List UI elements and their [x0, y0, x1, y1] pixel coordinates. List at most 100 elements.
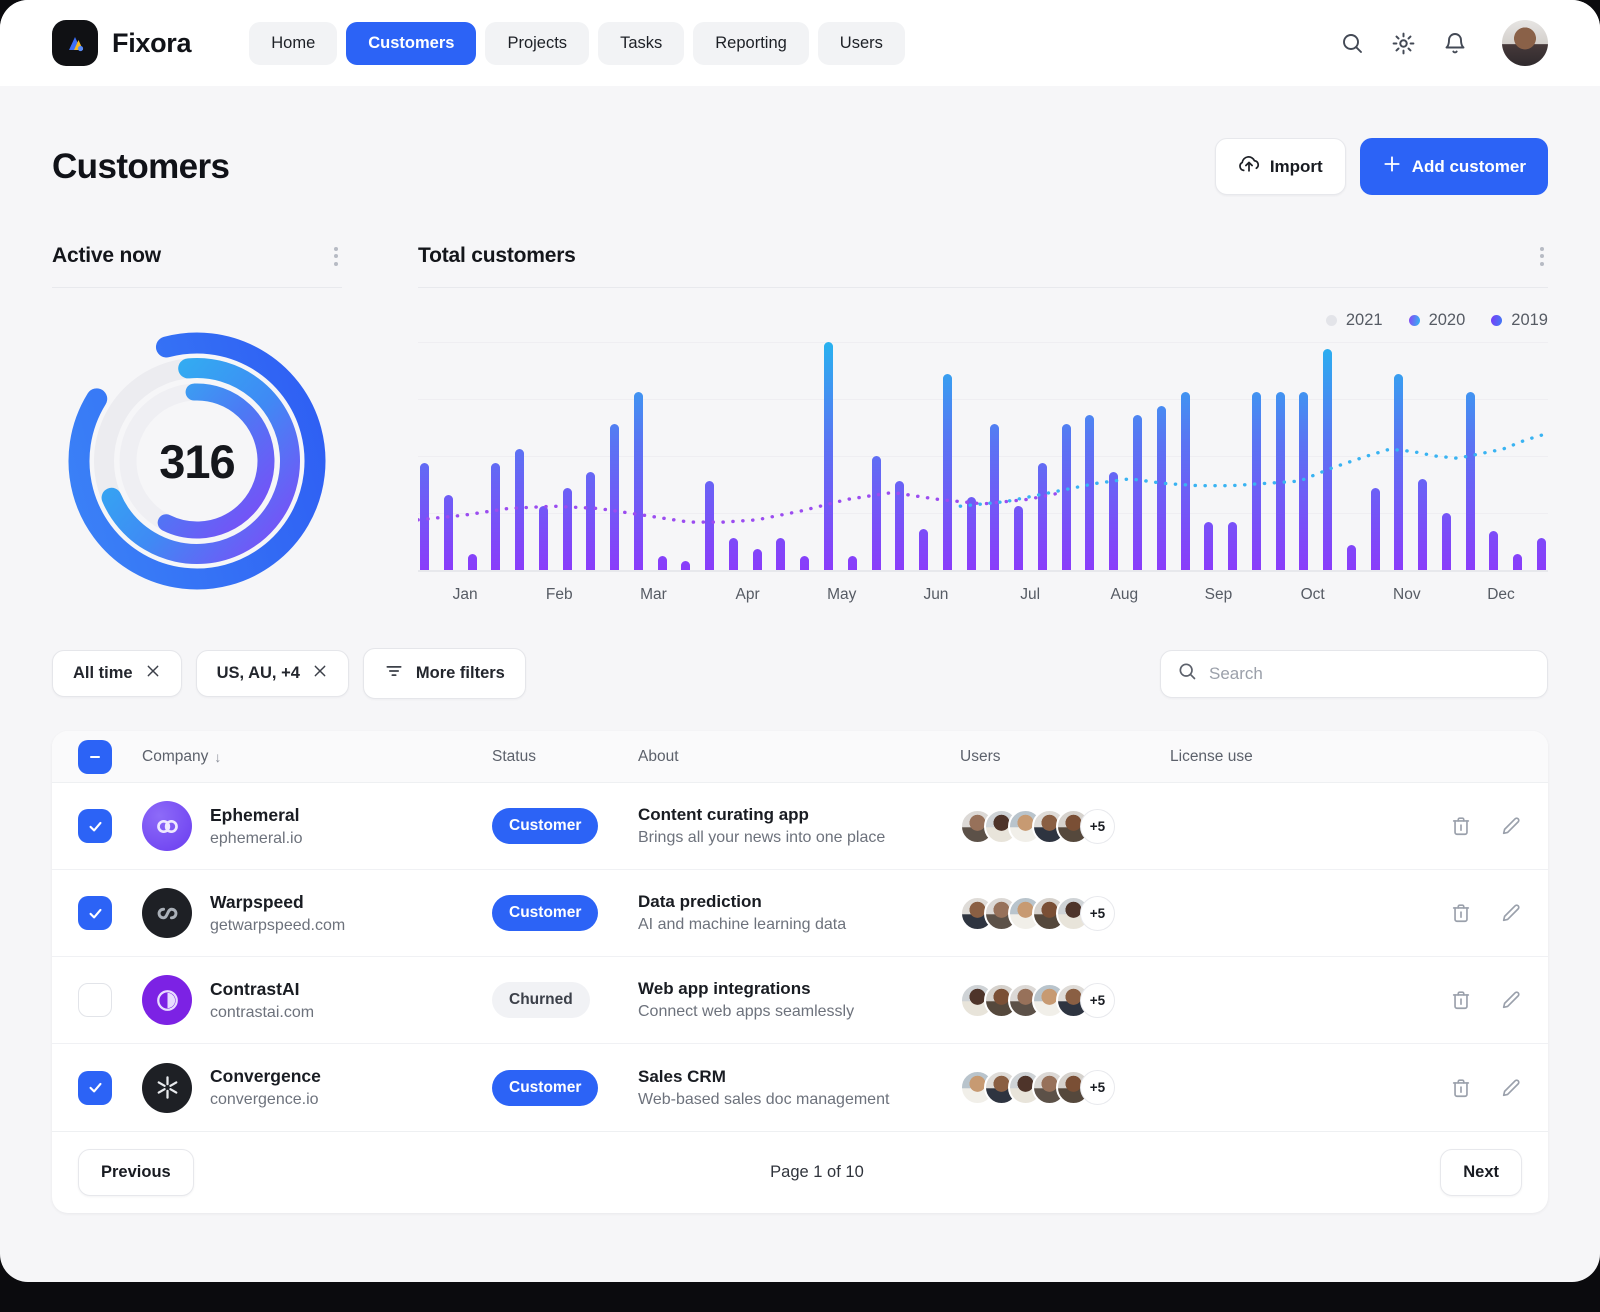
company-cell[interactable]: Ephemeral ephemeral.io [142, 801, 492, 851]
legend-dot-2019 [1491, 315, 1502, 326]
table-row: Ephemeral ephemeral.io Customer Content … [52, 783, 1548, 870]
more-users-badge[interactable]: +5 [1080, 809, 1115, 844]
total-customers-section: Total customers 2021 2020 2019 JanFebMar… [418, 241, 1548, 606]
close-icon[interactable] [145, 663, 161, 684]
bar-chart [418, 342, 1548, 572]
header-actions: Import Add customer [1215, 138, 1548, 195]
edit-icon[interactable] [1500, 902, 1522, 924]
plus-icon [1382, 154, 1402, 179]
customers-table: Company ↓ Status About Users License use [52, 731, 1548, 1213]
warpspeed-logo-icon [142, 888, 192, 938]
delete-icon[interactable] [1450, 989, 1472, 1011]
about-title: Content curating app [638, 805, 960, 825]
company-cell[interactable]: Convergence convergence.io [142, 1063, 492, 1113]
trend-overlay [418, 342, 1548, 570]
gear-icon[interactable] [1391, 31, 1416, 56]
brand[interactable]: Fixora [52, 20, 191, 66]
table-row: Convergence convergence.io Customer Sale… [52, 1044, 1548, 1131]
row-checkbox[interactable] [78, 1071, 112, 1105]
more-users-badge[interactable]: +5 [1080, 1070, 1115, 1105]
column-license[interactable]: License use [1170, 748, 1396, 766]
nav-item-reporting[interactable]: Reporting [693, 22, 809, 65]
nav-item-tasks[interactable]: Tasks [598, 22, 684, 65]
sort-descending-icon[interactable]: ↓ [214, 749, 221, 765]
row-checkbox[interactable] [78, 983, 112, 1017]
main-content: Customers Import Add customer [0, 86, 1600, 1213]
user-avatar[interactable] [1502, 20, 1548, 66]
nav-item-home[interactable]: Home [249, 22, 337, 65]
company-name: Convergence [210, 1066, 321, 1087]
more-filters-button[interactable]: More filters [363, 648, 526, 699]
delete-icon[interactable] [1450, 1077, 1472, 1099]
nav-item-users[interactable]: Users [818, 22, 905, 65]
import-button[interactable]: Import [1215, 138, 1346, 195]
import-label: Import [1270, 157, 1323, 177]
more-users-badge[interactable]: +5 [1080, 896, 1115, 931]
legend-dot-2020 [1409, 315, 1420, 326]
company-cell[interactable]: Warpspeed getwarpspeed.com [142, 888, 492, 938]
about-subtitle: Connect web apps seamlessly [638, 1003, 960, 1021]
about-title: Data prediction [638, 892, 960, 912]
select-all-checkbox[interactable] [78, 740, 112, 774]
month-label: Apr [701, 586, 795, 604]
trend-line-2019 [418, 492, 1062, 522]
month-label: Sep [1171, 586, 1265, 604]
month-label: Dec [1454, 586, 1548, 604]
page-header: Customers Import Add customer [52, 138, 1548, 195]
month-label: Aug [1077, 586, 1171, 604]
page-title: Customers [52, 147, 229, 187]
fixora-logo-icon [52, 20, 98, 66]
delete-icon[interactable] [1450, 902, 1472, 924]
previous-page-button[interactable]: Previous [78, 1149, 194, 1196]
active-now-section: Active now [52, 241, 342, 606]
row-checkbox[interactable] [78, 896, 112, 930]
month-label: Jun [889, 586, 983, 604]
page-indicator: Page 1 of 10 [194, 1163, 1441, 1182]
company-domain: convergence.io [210, 1091, 321, 1109]
active-now-title: Active now [52, 244, 161, 268]
divider [52, 287, 342, 288]
company-name: Ephemeral [210, 805, 303, 826]
edit-icon[interactable] [1500, 815, 1522, 837]
kebab-menu-icon[interactable] [1536, 243, 1548, 270]
nav-item-customers[interactable]: Customers [346, 22, 476, 65]
main-nav: Home Customers Projects Tasks Reporting … [249, 22, 905, 65]
column-status[interactable]: Status [492, 748, 638, 766]
about-subtitle: Web-based sales doc management [638, 1091, 960, 1109]
divider [418, 287, 1548, 288]
month-labels: JanFebMarAprMayJunJulAugSepOctNovDec [418, 586, 1548, 604]
filter-chip-all-time[interactable]: All time [52, 650, 182, 697]
status-badge: Customer [492, 895, 598, 931]
total-customers-title: Total customers [418, 244, 576, 268]
chip-time-label: All time [73, 664, 133, 683]
chart-legend: 2021 2020 2019 [418, 310, 1548, 330]
column-about[interactable]: About [638, 748, 960, 766]
column-users[interactable]: Users [960, 748, 1170, 766]
edit-icon[interactable] [1500, 989, 1522, 1011]
filter-chip-region[interactable]: US, AU, +4 [196, 650, 349, 697]
cloud-upload-icon [1238, 153, 1260, 180]
kebab-menu-icon[interactable] [330, 243, 342, 270]
search-input[interactable] [1209, 664, 1531, 684]
close-icon[interactable] [312, 663, 328, 684]
month-label: Mar [606, 586, 700, 604]
next-page-button[interactable]: Next [1440, 1149, 1522, 1196]
bell-icon[interactable] [1443, 31, 1467, 55]
trend-line-2020 [960, 433, 1548, 506]
edit-icon[interactable] [1500, 1077, 1522, 1099]
table-search[interactable] [1160, 650, 1548, 698]
column-company[interactable]: Company ↓ [142, 748, 492, 766]
status-badge: Customer [492, 808, 598, 844]
table-row: ContrastAI contrastai.com Churned Web ap… [52, 957, 1548, 1044]
delete-icon[interactable] [1450, 815, 1472, 837]
row-checkbox[interactable] [78, 809, 112, 843]
navbar-right [1340, 20, 1548, 66]
more-users-badge[interactable]: +5 [1080, 983, 1115, 1018]
company-cell[interactable]: ContrastAI contrastai.com [142, 975, 492, 1025]
navbar: Fixora Home Customers Projects Tasks Rep… [0, 0, 1600, 86]
month-label: Feb [512, 586, 606, 604]
search-icon[interactable] [1340, 31, 1364, 55]
legend-2020: 2020 [1409, 311, 1466, 330]
add-customer-button[interactable]: Add customer [1360, 138, 1548, 195]
nav-item-projects[interactable]: Projects [485, 22, 589, 65]
